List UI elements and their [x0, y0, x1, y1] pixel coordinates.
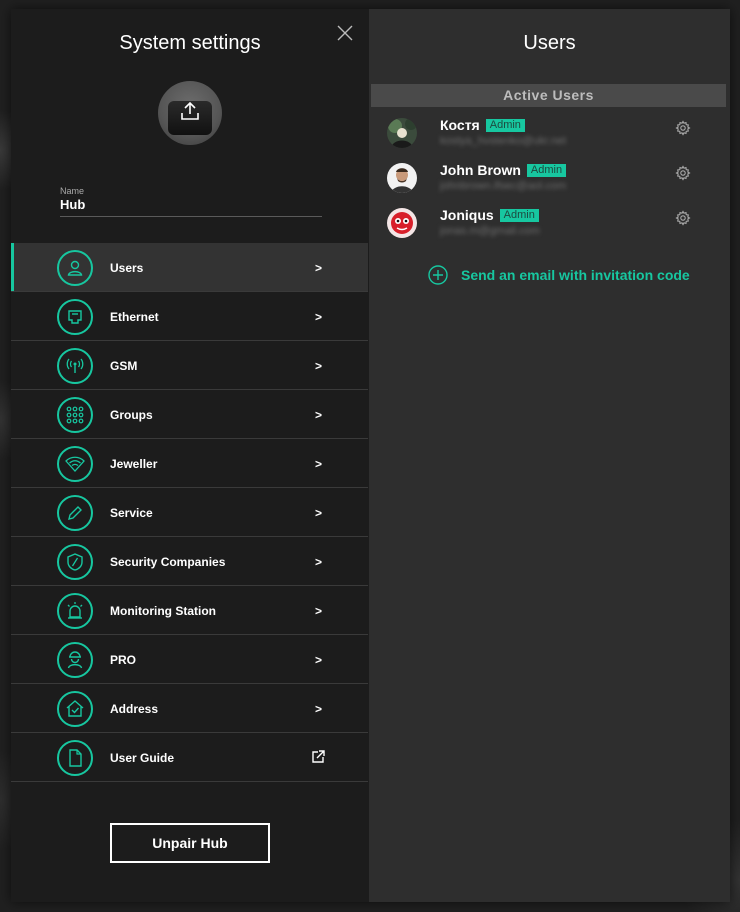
- menu-item-label: GSM: [110, 359, 138, 373]
- admin-badge: Admin: [526, 164, 567, 177]
- wireless-icon: [57, 446, 93, 482]
- users-panel: Users Active Users Костя Admin kostya_hvs…: [369, 9, 730, 902]
- user-row[interactable]: Костя Admin kostya_hvstenko@ukr.net: [387, 114, 717, 154]
- gear-icon[interactable]: [675, 120, 691, 136]
- name-value[interactable]: Hub: [60, 197, 322, 212]
- chevron-right-icon: >: [315, 653, 323, 667]
- installer-icon: [57, 642, 93, 678]
- user-name: Костя Admin: [440, 117, 525, 133]
- menu-item-label: Groups: [110, 408, 153, 422]
- pencil-icon: [57, 495, 93, 531]
- upload-icon: [181, 101, 199, 120]
- menu-item-pro[interactable]: PRO >: [11, 635, 368, 684]
- invite-label: Send an email with invitation code: [461, 267, 690, 283]
- chevron-right-icon: >: [315, 310, 323, 324]
- shield-icon: [57, 544, 93, 580]
- panel-title: System settings: [119, 32, 261, 54]
- chevron-right-icon: >: [315, 506, 323, 520]
- menu-item-label: Security Companies: [110, 555, 226, 569]
- user-icon: [57, 250, 93, 286]
- close-button[interactable]: [335, 23, 355, 43]
- chevron-right-icon: >: [315, 555, 323, 569]
- menu-item-label: Users: [110, 261, 144, 275]
- user-name-text: Joniqus: [440, 207, 494, 223]
- name-label: Name: [60, 186, 85, 196]
- menu-item-gsm[interactable]: GSM >: [11, 341, 368, 390]
- panel-title: Users: [523, 32, 576, 54]
- external-link-icon: [312, 750, 325, 763]
- close-icon: [337, 25, 353, 41]
- settings-window: System settings Name Hub Users > Etherne…: [11, 9, 730, 902]
- menu-item-label: Service: [110, 506, 153, 520]
- menu-item-address[interactable]: Address >: [11, 684, 368, 733]
- user-email: johnbrown.ifsec@aol.com: [440, 180, 567, 192]
- siren-icon: [57, 593, 93, 629]
- document-icon: [57, 740, 93, 776]
- unpair-hub-button[interactable]: Unpair Hub: [110, 823, 270, 863]
- chevron-right-icon: >: [315, 702, 323, 716]
- menu-item-label: Address: [110, 702, 159, 716]
- user-name: Joniqus Admin: [440, 207, 539, 223]
- antenna-icon: [57, 348, 93, 384]
- avatar: [387, 208, 417, 238]
- gear-icon[interactable]: [675, 165, 691, 181]
- admin-badge: Admin: [485, 119, 525, 132]
- grid-icon: [57, 397, 93, 433]
- menu-item-user-guide[interactable]: User Guide: [11, 733, 368, 782]
- chevron-right-icon: >: [315, 359, 323, 373]
- menu-item-label: PRO: [110, 653, 137, 667]
- chevron-right-icon: >: [315, 457, 323, 471]
- send-invitation-button[interactable]: Send an email with invitation code: [428, 265, 690, 285]
- avatar: [387, 118, 417, 148]
- user-email: jonas.m@gmail.com: [440, 225, 540, 237]
- user-name-text: John Brown: [440, 162, 521, 178]
- user-row[interactable]: Joniqus Admin jonas.m@gmail.com: [387, 204, 717, 244]
- menu-item-monitoring-station[interactable]: Monitoring Station >: [11, 586, 368, 635]
- avatar: [387, 163, 417, 193]
- menu-item-groups[interactable]: Groups >: [11, 390, 368, 439]
- menu-item-service[interactable]: Service >: [11, 488, 368, 537]
- hub-image-upload[interactable]: [158, 81, 222, 145]
- menu-item-ethernet[interactable]: Ethernet >: [11, 292, 368, 341]
- chevron-right-icon: >: [315, 408, 323, 422]
- system-settings-panel: System settings Name Hub Users > Etherne…: [11, 9, 369, 902]
- menu-item-security-companies[interactable]: Security Companies >: [11, 537, 368, 586]
- chevron-right-icon: >: [315, 261, 323, 275]
- menu-item-users[interactable]: Users >: [11, 243, 368, 292]
- chevron-right-icon: >: [315, 604, 323, 618]
- menu-item-label: Ethernet: [110, 310, 159, 324]
- house-icon: [57, 691, 93, 727]
- user-name-text: Костя: [440, 117, 480, 133]
- menu-item-label: User Guide: [110, 751, 175, 765]
- settings-menu: Users > Ethernet > GSM > Groups > Jewell…: [11, 243, 368, 782]
- gear-icon[interactable]: [675, 210, 691, 226]
- admin-badge: Admin: [499, 209, 539, 222]
- ethernet-icon: [57, 299, 93, 335]
- menu-item-label: Jeweller: [110, 457, 158, 471]
- menu-item-jeweller[interactable]: Jeweller >: [11, 439, 368, 488]
- hub-name-field[interactable]: Name Hub: [60, 186, 322, 217]
- user-name: John Brown Admin: [440, 162, 567, 178]
- user-row[interactable]: John Brown Admin johnbrown.ifsec@aol.com: [387, 159, 717, 199]
- active-users-header: Active Users: [371, 84, 726, 107]
- plus-circle-icon: [428, 265, 448, 285]
- user-email: kostya_hvstenko@ukr.net: [440, 135, 567, 147]
- menu-item-label: Monitoring Station: [110, 604, 216, 618]
